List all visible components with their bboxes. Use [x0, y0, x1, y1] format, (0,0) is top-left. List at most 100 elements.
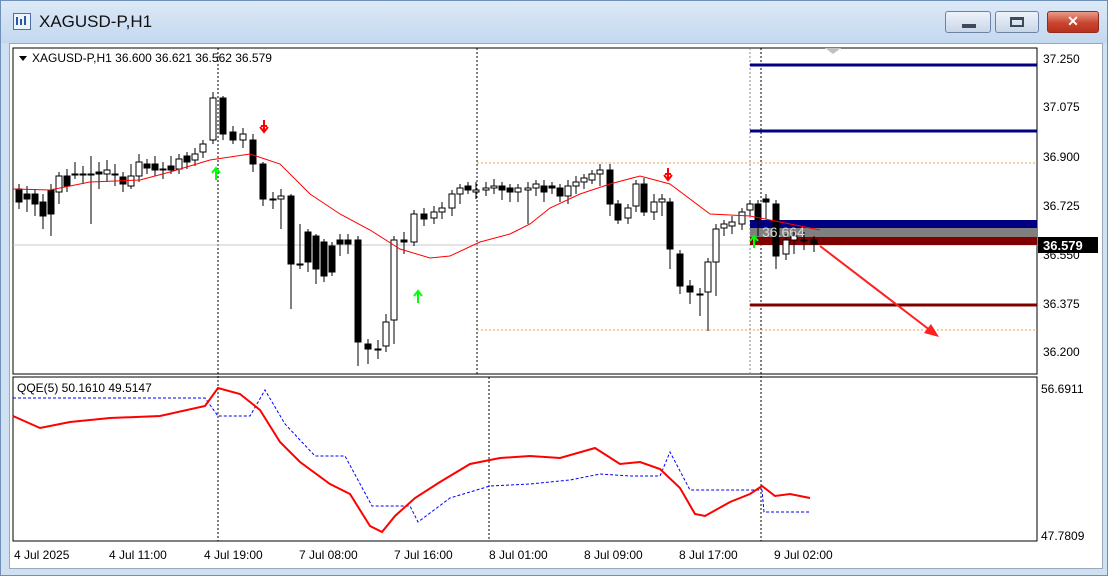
- candle: [374, 348, 382, 351]
- indicator-panel: [12, 376, 1038, 542]
- candle: [556, 187, 564, 197]
- candle: [524, 187, 532, 191]
- close-button[interactable]: ✕: [1047, 11, 1099, 33]
- candle: [31, 193, 39, 205]
- minimize-icon: [962, 24, 976, 28]
- price-tick: 36.375: [1043, 297, 1080, 311]
- price-axis[interactable]: 37.250 37.075 36.900 36.725 36.550 36.37…: [1043, 52, 1080, 359]
- candle: [159, 168, 167, 171]
- price-tick: 37.250: [1043, 52, 1080, 66]
- candle: [464, 185, 472, 191]
- candle: [720, 223, 728, 229]
- candle: [336, 239, 344, 245]
- candle: [400, 239, 408, 243]
- candle: [304, 231, 312, 263]
- time-label: 7 Jul 16:00: [394, 548, 453, 562]
- candle: [738, 211, 746, 225]
- candle: [15, 188, 23, 203]
- price-chart[interactable]: 36.664 XAGUSD-P,H1 36.600 36.621 36.562 …: [10, 44, 1102, 568]
- candle: [127, 175, 135, 187]
- candle: [63, 175, 71, 187]
- candle: [47, 189, 55, 215]
- maximize-button[interactable]: [995, 11, 1039, 33]
- candle: [344, 239, 352, 245]
- maximize-icon: [1010, 17, 1024, 27]
- candle: [540, 185, 548, 193]
- candle: [686, 285, 694, 293]
- time-label: 4 Jul 2025: [14, 548, 70, 562]
- candle: [448, 193, 456, 209]
- indicator-min-label: 47.7809: [1041, 529, 1085, 543]
- candle: [658, 198, 666, 203]
- candle: [498, 185, 506, 191]
- candle: [287, 195, 295, 265]
- candle: [259, 163, 267, 200]
- chart-area[interactable]: 36.664 XAGUSD-P,H1 36.600 36.621 36.562 …: [9, 43, 1103, 569]
- chart-header: XAGUSD-P,H1 36.600 36.621 36.562 36.579: [32, 51, 272, 65]
- title-bar[interactable]: XAGUSD-P,H1 ✕: [1, 1, 1107, 43]
- price-tick: 36.900: [1043, 150, 1080, 164]
- close-icon: ✕: [1067, 13, 1079, 29]
- candle: [712, 228, 720, 263]
- candle: [364, 343, 372, 350]
- candle: [676, 253, 684, 287]
- candle: [410, 213, 418, 243]
- candle: [390, 239, 398, 321]
- candle: [239, 133, 247, 141]
- price-tick: 37.075: [1043, 100, 1080, 114]
- time-label: 7 Jul 08:00: [299, 548, 358, 562]
- candle: [71, 173, 79, 176]
- candle: [79, 173, 87, 176]
- candle: [39, 201, 47, 217]
- candle: [782, 239, 790, 255]
- candle: [650, 201, 658, 213]
- candle: [704, 261, 712, 293]
- candle: [209, 97, 217, 141]
- candle: [277, 195, 285, 200]
- candle: [632, 183, 640, 207]
- candle: [151, 163, 159, 171]
- candle: [762, 198, 770, 203]
- candle: [87, 173, 95, 176]
- overlay-price-label: 36.664: [762, 224, 805, 240]
- candle: [249, 139, 257, 165]
- candle: [548, 185, 556, 189]
- candle: [490, 185, 498, 189]
- candle: [23, 193, 31, 200]
- candle: [328, 245, 336, 273]
- time-label: 8 Jul 17:00: [679, 548, 738, 562]
- indicator-max-label: 56.6911: [1041, 382, 1084, 396]
- candle: [800, 239, 808, 242]
- candle: [606, 169, 614, 205]
- candle: [183, 155, 191, 163]
- time-axis[interactable]: 4 Jul 2025 4 Jul 11:00 4 Jul 19:00 7 Jul…: [14, 548, 833, 562]
- candle: [506, 187, 514, 193]
- candle: [572, 181, 580, 187]
- candle: [810, 239, 818, 245]
- candle: [596, 169, 604, 175]
- time-label: 8 Jul 01:00: [489, 548, 548, 562]
- candle: [219, 97, 227, 135]
- candle: [588, 173, 596, 181]
- candle: [199, 143, 207, 153]
- candle: [269, 198, 277, 201]
- chart-window: XAGUSD-P,H1 ✕ 36.664 XAGUSD-P,H1 36.600 …: [0, 0, 1108, 576]
- candle: [312, 235, 320, 270]
- price-panel: [12, 47, 1038, 375]
- candle: [532, 183, 540, 189]
- current-price-label: 36.579: [1043, 238, 1083, 253]
- candle: [143, 163, 151, 169]
- candle: [430, 211, 438, 219]
- candle: [438, 207, 446, 213]
- candle: [564, 185, 572, 197]
- candle: [55, 175, 63, 193]
- candle: [514, 187, 522, 193]
- price-tick: 36.200: [1043, 345, 1080, 359]
- candle: [167, 165, 175, 171]
- candle: [580, 177, 588, 183]
- minimize-button[interactable]: [945, 11, 991, 33]
- candle: [95, 171, 103, 175]
- candle: [382, 321, 390, 347]
- candle: [482, 187, 490, 191]
- candle: [103, 169, 111, 175]
